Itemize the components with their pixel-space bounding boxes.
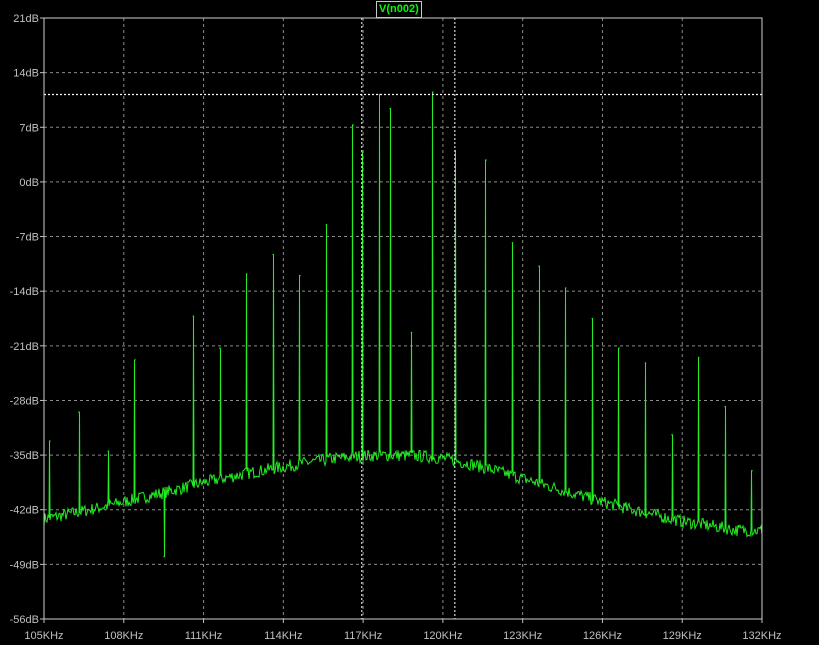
trace-line bbox=[43, 92, 763, 557]
peak-point bbox=[272, 253, 274, 256]
peak-point bbox=[538, 265, 540, 268]
x-tick-label: 123KHz bbox=[503, 630, 542, 642]
plot-border bbox=[43, 17, 763, 620]
peak-point bbox=[644, 362, 647, 364]
peak-point bbox=[564, 287, 567, 289]
peak-point bbox=[485, 159, 487, 161]
x-tick-label: 114KHz bbox=[264, 630, 302, 642]
x-tick-label: 120KHz bbox=[423, 630, 462, 642]
peak-point bbox=[134, 359, 136, 361]
peak-point bbox=[431, 91, 434, 93]
spectrum-plot[interactable]: 21dB 14dB 7dB 0dB -7dB -14dB -21dB -28dB -35dB -4… bbox=[0, 0, 819, 645]
cursors[interactable] bbox=[44, 18, 762, 619]
peak-point bbox=[219, 347, 221, 349]
plot-frame bbox=[43, 17, 763, 620]
peak-point bbox=[591, 317, 594, 320]
x-tick-label: 117KHz bbox=[344, 630, 382, 642]
y-tick-label: -56dB bbox=[10, 614, 39, 626]
peak-point bbox=[410, 331, 413, 334]
peak-point bbox=[192, 315, 195, 317]
y-tick-label: -7dB bbox=[16, 232, 39, 244]
peak-point bbox=[389, 107, 392, 110]
x-tick-label: 126KHz bbox=[583, 630, 622, 642]
peak-point bbox=[325, 224, 328, 226]
y-tick-label: -14dB bbox=[10, 286, 39, 298]
peak-point bbox=[298, 274, 301, 277]
y-tick-label: -42dB bbox=[10, 505, 39, 517]
x-tick-label: 132KHz bbox=[742, 630, 781, 642]
y-tick-label: 7dB bbox=[19, 122, 39, 134]
peak-point bbox=[511, 241, 514, 244]
y-tick-label: -21dB bbox=[10, 341, 39, 353]
peak-point bbox=[751, 469, 753, 472]
x-tick-label: 108KHz bbox=[104, 630, 143, 642]
trace-v-n002 bbox=[43, 91, 763, 558]
grid-lines bbox=[44, 18, 762, 619]
y-tick-label: -28dB bbox=[10, 395, 39, 407]
trace-name-label[interactable]: V(n002) bbox=[376, 1, 422, 18]
y-axis-tick-labels: 21dB 14dB 7dB 0dB -7dB -14dB -21dB -28dB -35dB -4… bbox=[10, 13, 44, 626]
x-axis-tick-labels: 105KHz 108KHz 111KHz 114KHz 117KHz 120KHz 123K… bbox=[24, 619, 782, 642]
peak-point bbox=[245, 273, 248, 275]
x-tick-label: 129KHz bbox=[663, 630, 702, 642]
peak-point bbox=[618, 347, 620, 349]
peak-point bbox=[352, 124, 354, 126]
y-tick-label: -35dB bbox=[10, 450, 39, 462]
y-tick-label: 0dB bbox=[19, 177, 39, 189]
y-tick-label: 21dB bbox=[13, 13, 39, 25]
y-tick-label: -49dB bbox=[10, 559, 39, 571]
peak-point bbox=[49, 440, 51, 442]
peak-point bbox=[78, 411, 80, 413]
peak-point bbox=[697, 356, 700, 359]
peak-point bbox=[671, 433, 673, 436]
x-tick-label: 111KHz bbox=[185, 630, 223, 642]
x-tick-label: 105KHz bbox=[24, 630, 63, 642]
peak-point bbox=[107, 450, 110, 452]
peak-point bbox=[163, 555, 165, 558]
y-tick-label: 14dB bbox=[13, 68, 39, 80]
peak-point bbox=[724, 405, 727, 408]
